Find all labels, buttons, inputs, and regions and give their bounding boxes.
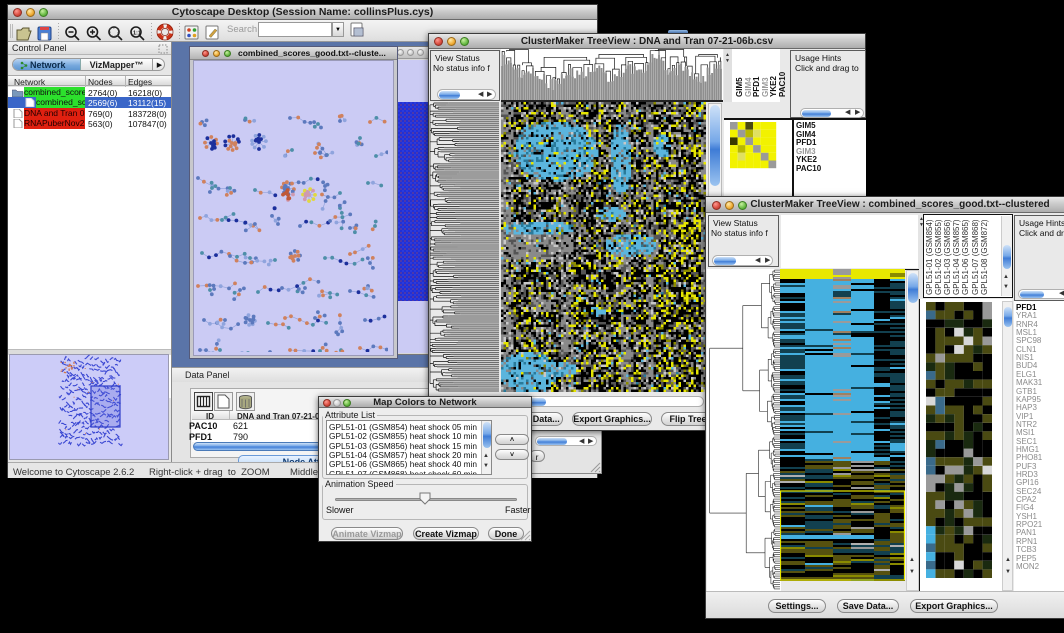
- svg-text:1:1: 1:1: [133, 31, 141, 37]
